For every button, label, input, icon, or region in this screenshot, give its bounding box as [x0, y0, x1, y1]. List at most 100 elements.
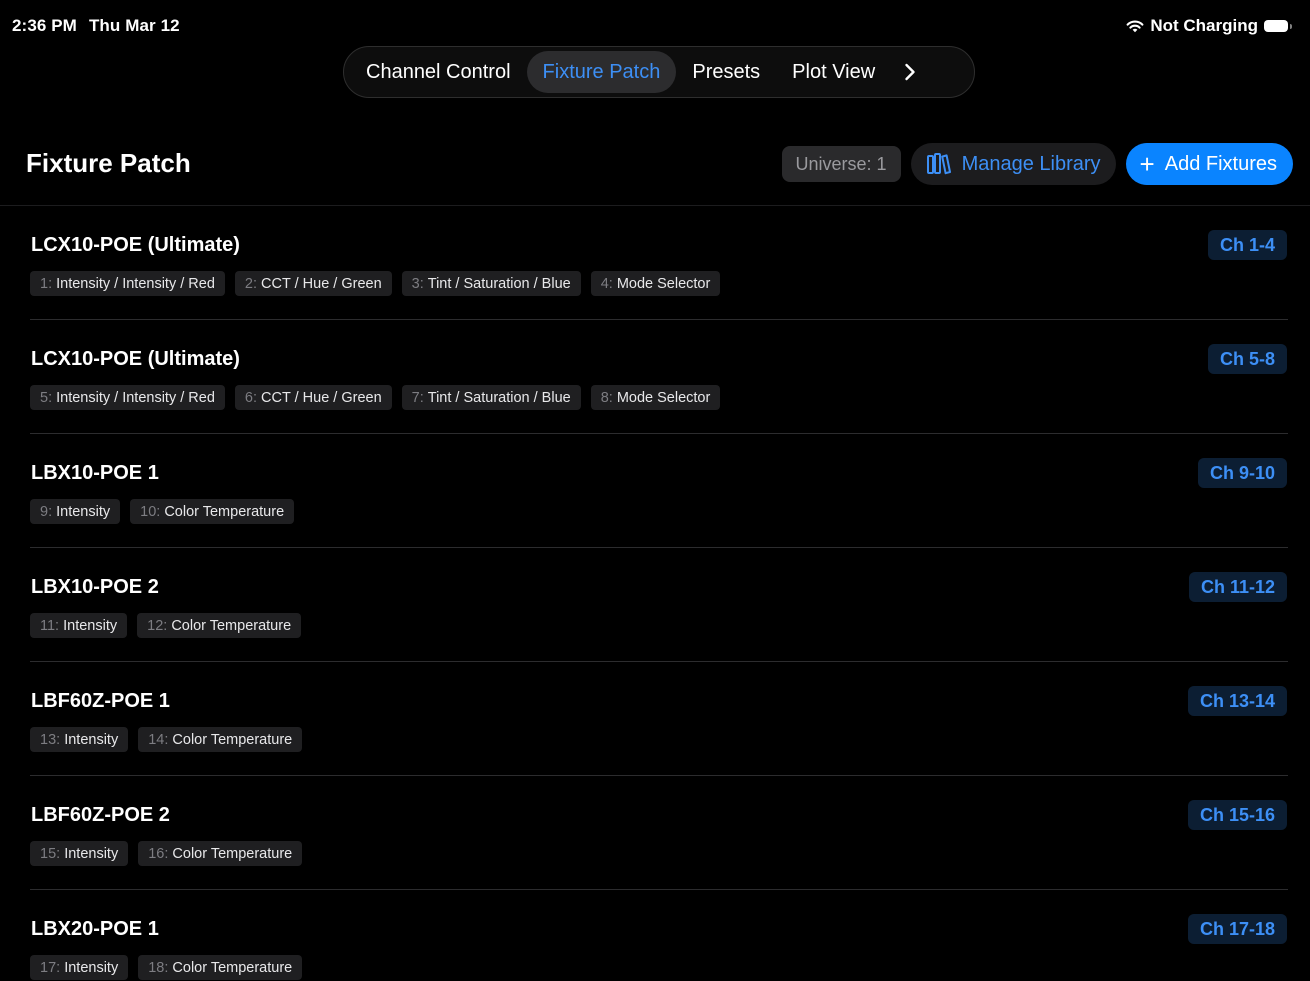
parameter-number: 6: — [244, 389, 257, 406]
parameter-label: Color Temperature — [172, 959, 293, 976]
tab-fixture-patch[interactable]: Fixture Patch — [526, 51, 677, 93]
parameter-label: Color Temperature — [171, 617, 292, 634]
parameter-label: CCT / Hue / Green — [261, 389, 382, 406]
fixture-row[interactable]: LBX10-POE 2 Ch 11-12 11: Intensity 12: C… — [30, 548, 1288, 662]
channel-range-badge: Ch 13-14 — [1187, 686, 1287, 716]
manage-library-label: Manage Library — [961, 152, 1101, 175]
parameter-number: 16: — [148, 845, 169, 862]
parameter-label: Intensity — [64, 731, 119, 748]
add-fixtures-button[interactable]: + Add Fixtures — [1125, 143, 1293, 185]
tab-plot-view[interactable]: Plot View — [776, 51, 891, 93]
add-fixtures-label: Add Fixtures — [1164, 152, 1277, 175]
parameter-chip: 11: Intensity — [30, 613, 128, 638]
channel-range-badge: Ch 9-10 — [1197, 458, 1287, 488]
plus-icon: + — [1139, 149, 1155, 179]
parameter-list: 1: Intensity / Intensity / Red 2: CCT / … — [30, 271, 721, 296]
parameter-chip: 12: Color Temperature — [137, 613, 302, 638]
fixture-list: LCX10-POE (Ultimate) Ch 1-4 1: Intensity… — [30, 206, 1288, 981]
parameter-number: 4: — [600, 275, 613, 292]
parameter-chip: 5: Intensity / Intensity / Red — [30, 385, 225, 410]
library-icon — [926, 153, 951, 175]
status-bar: 2:36 PM Thu Mar 12 Not Charging — [0, 0, 1310, 52]
channel-range-badge: Ch 15-16 — [1187, 800, 1287, 830]
parameter-chip: 9: Intensity — [30, 499, 121, 524]
parameter-chip: 8: Mode Selector — [590, 385, 721, 410]
header-actions: Universe: 1 Manage Library + Add Fixture… — [781, 143, 1293, 185]
parameter-chip: 17: Intensity — [30, 955, 129, 980]
parameter-list: 11: Intensity 12: Color Temperature — [30, 613, 302, 638]
parameter-label: Intensity — [63, 617, 118, 634]
fixture-name: LCX10-POE (Ultimate) — [31, 234, 240, 256]
status-time: 2:36 PM — [12, 16, 77, 35]
parameter-label: Mode Selector — [616, 275, 711, 292]
parameter-chip: 4: Mode Selector — [590, 271, 721, 296]
parameter-list: 9: Intensity 10: Color Temperature — [30, 499, 295, 524]
universe-selector[interactable]: Universe: 1 — [781, 146, 901, 182]
battery-icon — [1264, 20, 1292, 32]
parameter-number: 3: — [411, 275, 424, 292]
parameter-list: 5: Intensity / Intensity / Red 6: CCT / … — [30, 385, 721, 410]
parameter-number: 18: — [148, 959, 169, 976]
parameter-chip: 13: Intensity — [30, 727, 129, 752]
channel-range-badge: Ch 11-12 — [1188, 572, 1287, 602]
fixture-row[interactable]: LCX10-POE (Ultimate) Ch 5-8 5: Intensity… — [30, 320, 1288, 434]
fixture-name: LBX10-POE 2 — [31, 576, 159, 598]
parameter-label: Mode Selector — [616, 389, 711, 406]
channel-range-badge: Ch 17-18 — [1187, 914, 1287, 944]
charging-status: Not Charging — [1150, 16, 1258, 35]
parameter-chip: 6: CCT / Hue / Green — [234, 385, 392, 410]
parameter-number: 5: — [40, 389, 53, 406]
page-title: Fixture Patch — [26, 148, 191, 178]
parameter-label: CCT / Hue / Green — [261, 275, 382, 292]
fixture-row[interactable]: LBF60Z-POE 1 Ch 13-14 13: Intensity 14: … — [30, 662, 1288, 776]
fixture-row[interactable]: LCX10-POE (Ultimate) Ch 1-4 1: Intensity… — [30, 206, 1288, 320]
channel-range-badge: Ch 1-4 — [1207, 230, 1287, 260]
fixture-name: LCX10-POE (Ultimate) — [31, 348, 240, 370]
tab-bar: Channel Control Fixture Patch Presets Pl… — [343, 46, 975, 98]
status-time-date: 2:36 PM Thu Mar 12 — [12, 16, 180, 36]
parameter-chip: 18: Color Temperature — [138, 955, 303, 980]
parameter-number: 2: — [244, 275, 257, 292]
parameter-chip: 7: Tint / Saturation / Blue — [401, 385, 581, 410]
tab-channel-control[interactable]: Channel Control — [350, 51, 527, 93]
parameter-label: Color Temperature — [172, 845, 293, 862]
fixture-row[interactable]: LBX20-POE 1 Ch 17-18 17: Intensity 18: C… — [30, 890, 1288, 981]
parameter-label: Intensity — [56, 503, 111, 520]
fixture-patch-screen: 2:36 PM Thu Mar 12 Not Charging Channel C… — [0, 0, 1310, 981]
chevron-right-icon — [905, 63, 915, 81]
parameter-number: 10: — [140, 503, 161, 520]
parameter-label: Intensity — [64, 959, 119, 976]
parameter-chip: 2: CCT / Hue / Green — [234, 271, 392, 296]
parameter-list: 15: Intensity 16: Color Temperature — [30, 841, 303, 866]
fixture-name: LBF60Z-POE 2 — [31, 804, 170, 826]
channel-range-badge: Ch 5-8 — [1207, 344, 1287, 374]
fixture-name: LBF60Z-POE 1 — [31, 690, 170, 712]
parameter-number: 9: — [40, 503, 53, 520]
parameter-label: Intensity / Intensity / Red — [56, 389, 215, 406]
parameter-label: Color Temperature — [164, 503, 285, 520]
parameter-chip: 14: Color Temperature — [138, 727, 303, 752]
more-tabs-button[interactable] — [897, 51, 923, 93]
parameter-label: Intensity — [64, 845, 119, 862]
parameter-number: 15: — [40, 845, 61, 862]
parameter-number: 12: — [147, 617, 168, 634]
parameter-label: Tint / Saturation / Blue — [427, 389, 571, 406]
parameter-number: 7: — [411, 389, 424, 406]
parameter-chip: 16: Color Temperature — [138, 841, 303, 866]
tab-presets[interactable]: Presets — [676, 51, 776, 93]
parameter-label: Color Temperature — [172, 731, 293, 748]
fixture-name: LBX20-POE 1 — [31, 918, 159, 940]
parameter-number: 17: — [40, 959, 61, 976]
parameter-list: 17: Intensity 18: Color Temperature — [30, 955, 303, 980]
fixture-row[interactable]: LBF60Z-POE 2 Ch 15-16 15: Intensity 16: … — [30, 776, 1288, 890]
status-date: Thu Mar 12 — [88, 16, 180, 35]
parameter-number: 14: — [148, 731, 169, 748]
fixture-row[interactable]: LBX10-POE 1 Ch 9-10 9: Intensity 10: Col… — [30, 434, 1288, 548]
status-indicators: Not Charging — [1126, 16, 1292, 36]
manage-library-button[interactable]: Manage Library — [910, 143, 1116, 185]
parameter-number: 11: — [40, 617, 60, 634]
parameter-label: Tint / Saturation / Blue — [427, 275, 571, 292]
fixture-name: LBX10-POE 1 — [31, 462, 159, 484]
parameter-label: Intensity / Intensity / Red — [56, 275, 215, 292]
wifi-icon — [1126, 20, 1144, 33]
